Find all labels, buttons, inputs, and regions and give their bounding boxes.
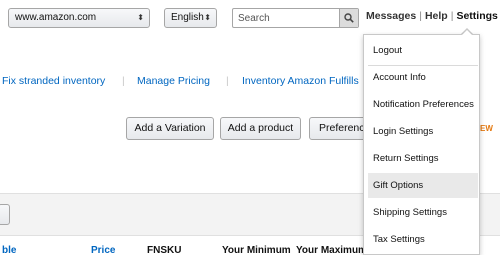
manage-pricing-link[interactable]: Manage Pricing (137, 75, 210, 87)
search-button[interactable] (339, 9, 358, 27)
menu-item-notification-preferences[interactable]: Notification Preferences (368, 92, 478, 117)
top-links: Messages | Help | Settings (366, 10, 498, 22)
menu-item-gift-options[interactable]: Gift Options (368, 173, 478, 198)
column-header-title[interactable]: ble (2, 245, 16, 255)
top-bar: www.amazon.com ⬍ English ⬍ Messages|Help… (0, 0, 500, 36)
updown-arrows-icon: ⬍ (137, 13, 144, 22)
menu-item-logout[interactable]: Logout (368, 38, 478, 63)
search-input[interactable] (233, 9, 339, 27)
dropdown-caret-fill (461, 30, 473, 36)
help-link[interactable]: Help (425, 10, 448, 22)
menu-item-return-settings[interactable]: Return Settings (368, 146, 478, 171)
marketplace-select[interactable]: www.amazon.com ⬍ (8, 8, 150, 28)
add-product-button[interactable]: Add a product (220, 117, 301, 140)
add-variation-button[interactable]: Add a Variation (126, 117, 214, 140)
column-header-minimum: Your Minimum (222, 245, 291, 255)
updown-arrows-icon: ⬍ (204, 13, 211, 22)
marketplace-select-value: www.amazon.com (15, 12, 97, 23)
menu-item-tax-settings[interactable]: Tax Settings (368, 227, 478, 252)
new-badge: EW (480, 124, 493, 133)
menu-item-shipping-settings[interactable]: Shipping Settings (368, 200, 478, 225)
language-select-value: English (171, 12, 204, 23)
fix-stranded-inventory-link[interactable]: Fix stranded inventory (2, 75, 105, 87)
menu-item-account-info[interactable]: Account Info (368, 65, 478, 90)
messages-link[interactable]: Messages (366, 10, 416, 22)
settings-dropdown-menu: Logout Account Info Notification Prefere… (363, 34, 480, 255)
inventory-amazon-fulfills-link[interactable]: Inventory Amazon Fulfills (242, 75, 359, 87)
column-header-fnsku: FNSKU (147, 245, 182, 255)
link-separator: | (419, 10, 422, 22)
language-select[interactable]: English ⬍ (164, 8, 217, 28)
link-separator: | (450, 10, 454, 22)
nav-separator: | (226, 75, 229, 87)
nav-separator: | (122, 75, 125, 87)
search-box (232, 8, 359, 28)
panel-control[interactable] (0, 204, 10, 225)
preferences-button[interactable]: Preferences (309, 117, 371, 140)
settings-link[interactable]: Settings (456, 10, 497, 22)
column-header-maximum: Your Maximum (296, 245, 367, 255)
column-header-price[interactable]: Price (91, 245, 115, 255)
menu-item-login-settings[interactable]: Login Settings (368, 119, 478, 144)
search-icon (344, 13, 354, 23)
